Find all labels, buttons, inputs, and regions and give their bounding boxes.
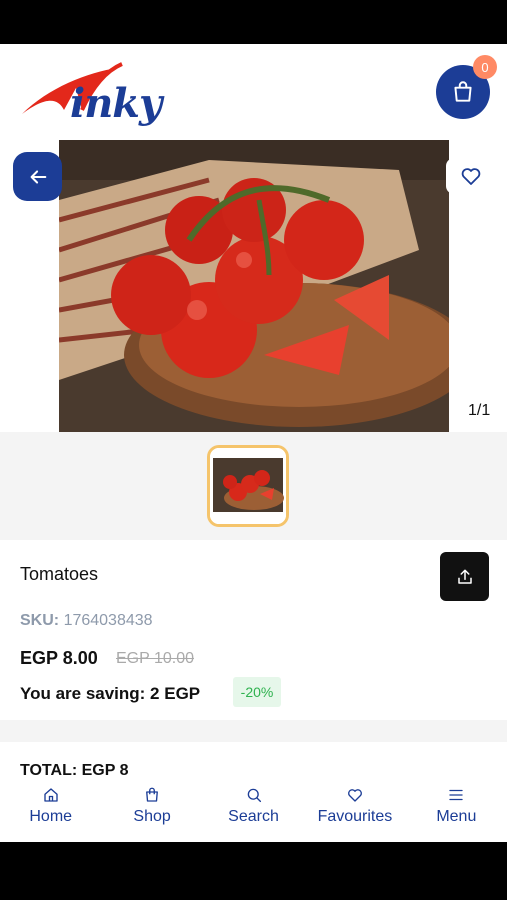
favourite-button[interactable] bbox=[446, 158, 496, 194]
brand-logo[interactable]: inky bbox=[18, 58, 198, 128]
discount-badge: -20% bbox=[233, 677, 281, 707]
saving-text: You are saving: 2 EGP bbox=[20, 684, 201, 703]
nav-home[interactable]: Home bbox=[0, 776, 101, 842]
nav-favourites-label: Favourites bbox=[317, 808, 393, 825]
share-icon bbox=[457, 569, 472, 584]
product-gallery: 1/1 bbox=[0, 140, 507, 432]
image-counter: 1/1 bbox=[468, 402, 491, 419]
product-image[interactable] bbox=[59, 140, 449, 432]
header: inky 0 bbox=[0, 44, 507, 140]
cart-count-badge: 0 bbox=[473, 55, 497, 79]
product-title: Tomatoes bbox=[20, 564, 99, 584]
section-divider bbox=[0, 720, 507, 742]
tomatoes-thumbnail bbox=[210, 448, 286, 524]
nav-favourites[interactable]: Favourites bbox=[304, 776, 405, 842]
nav-shop-label: Shop bbox=[133, 808, 171, 825]
thumbnail-selected[interactable] bbox=[207, 445, 289, 527]
tomatoes-photo bbox=[59, 140, 449, 432]
nav-shop[interactable]: Shop bbox=[101, 776, 202, 842]
nav-menu-label: Menu bbox=[436, 808, 477, 825]
nav-menu[interactable]: Menu bbox=[406, 776, 507, 842]
search-icon bbox=[247, 788, 261, 803]
shopping-bag-icon bbox=[454, 81, 472, 102]
logo-word: inky bbox=[70, 80, 162, 127]
bag-icon bbox=[146, 787, 159, 802]
thumbnail-strip bbox=[0, 432, 507, 540]
arrow-left-icon bbox=[30, 169, 46, 184]
bottom-nav: Home Shop Search Favourites Menu bbox=[0, 776, 507, 842]
sku-label: SKU: bbox=[20, 612, 60, 629]
sku-value: 1764038438 bbox=[63, 612, 153, 629]
system-nav-bar bbox=[0, 842, 507, 900]
status-bar bbox=[0, 0, 507, 44]
original-price: EGP 10.00 bbox=[116, 650, 194, 667]
nav-search-label: Search bbox=[228, 808, 279, 825]
current-price: EGP 8.00 bbox=[20, 648, 98, 668]
menu-icon bbox=[449, 789, 464, 801]
share-button[interactable] bbox=[440, 552, 489, 601]
nav-search[interactable]: Search bbox=[203, 776, 304, 842]
heart-icon bbox=[461, 168, 481, 185]
app-screen: inky 0 1/1 Tomatoes SKU: 1764038438 EGP … bbox=[0, 44, 507, 842]
nav-home-label: Home bbox=[29, 808, 73, 825]
heart-icon bbox=[347, 789, 362, 802]
sku: SKU: 1764038438 bbox=[20, 612, 153, 630]
product-info: Tomatoes SKU: 1764038438 EGP 8.00 EGP 10… bbox=[0, 540, 507, 720]
home-icon bbox=[44, 788, 58, 802]
back-button[interactable] bbox=[13, 152, 62, 201]
